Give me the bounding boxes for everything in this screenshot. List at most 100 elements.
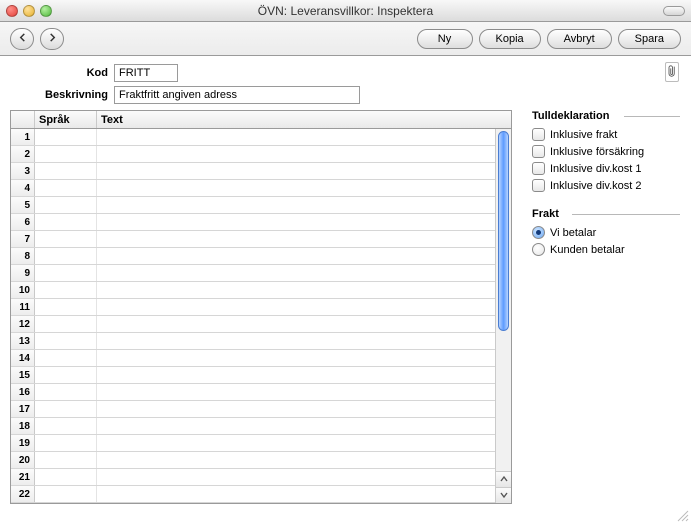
table-row[interactable]: 3 <box>11 163 495 180</box>
checkbox[interactable] <box>532 128 545 141</box>
cell-sprak[interactable] <box>35 452 97 468</box>
cell-sprak[interactable] <box>35 333 97 349</box>
table-row[interactable]: 5 <box>11 197 495 214</box>
radio-row[interactable]: Kunden betalar <box>532 241 680 258</box>
scrollbar-thumb[interactable] <box>498 131 509 331</box>
table-row[interactable]: 12 <box>11 316 495 333</box>
checkbox[interactable] <box>532 179 545 192</box>
cell-text[interactable] <box>97 129 495 145</box>
table-row[interactable]: 4 <box>11 180 495 197</box>
cell-sprak[interactable] <box>35 265 97 281</box>
table-row[interactable]: 8 <box>11 248 495 265</box>
cell-sprak[interactable] <box>35 146 97 162</box>
cell-sprak[interactable] <box>35 197 97 213</box>
ny-button[interactable]: Ny <box>417 29 473 49</box>
cell-text[interactable] <box>97 401 495 417</box>
cell-sprak[interactable] <box>35 367 97 383</box>
cell-text[interactable] <box>97 180 495 196</box>
col-header-text[interactable]: Text <box>97 111 511 128</box>
scroll-up-button[interactable] <box>496 471 511 487</box>
close-window-button[interactable] <box>6 5 18 17</box>
minimize-window-button[interactable] <box>23 5 35 17</box>
cell-text[interactable] <box>97 163 495 179</box>
attachment-button[interactable] <box>665 62 679 82</box>
checkbox-row[interactable]: Inklusive div.kost 1 <box>532 160 680 177</box>
cell-sprak[interactable] <box>35 282 97 298</box>
beskrivning-input[interactable] <box>114 86 360 104</box>
table-row[interactable]: 2 <box>11 146 495 163</box>
vertical-scrollbar[interactable] <box>495 129 511 503</box>
cell-text[interactable] <box>97 469 495 485</box>
cell-sprak[interactable] <box>35 486 97 502</box>
cell-text[interactable] <box>97 248 495 264</box>
zoom-window-button[interactable] <box>40 5 52 17</box>
table-row[interactable]: 18 <box>11 418 495 435</box>
nav-forward-button[interactable] <box>40 28 64 50</box>
cell-text[interactable] <box>97 384 495 400</box>
cell-sprak[interactable] <box>35 248 97 264</box>
cell-text[interactable] <box>97 282 495 298</box>
checkbox-row[interactable]: Inklusive försäkring <box>532 143 680 160</box>
row-number: 5 <box>11 197 35 213</box>
table-row[interactable]: 17 <box>11 401 495 418</box>
cell-sprak[interactable] <box>35 418 97 434</box>
row-number: 9 <box>11 265 35 281</box>
cell-text[interactable] <box>97 367 495 383</box>
cell-text[interactable] <box>97 418 495 434</box>
radio-row[interactable]: Vi betalar <box>532 224 680 241</box>
table-row[interactable]: 14 <box>11 350 495 367</box>
table-row[interactable]: 11 <box>11 299 495 316</box>
checkbox-row[interactable]: Inklusive div.kost 2 <box>532 177 680 194</box>
cell-text[interactable] <box>97 486 495 502</box>
spara-button[interactable]: Spara <box>618 29 681 49</box>
cell-text[interactable] <box>97 197 495 213</box>
cell-sprak[interactable] <box>35 435 97 451</box>
table-row[interactable]: 9 <box>11 265 495 282</box>
kod-input[interactable] <box>114 64 178 82</box>
cell-sprak[interactable] <box>35 180 97 196</box>
checkbox[interactable] <box>532 162 545 175</box>
table-row[interactable]: 22 <box>11 486 495 503</box>
cell-sprak[interactable] <box>35 384 97 400</box>
cell-sprak[interactable] <box>35 469 97 485</box>
toolbar-toggle-button[interactable] <box>663 6 685 16</box>
cell-text[interactable] <box>97 214 495 230</box>
radio[interactable] <box>532 243 545 256</box>
cell-text[interactable] <box>97 350 495 366</box>
cell-sprak[interactable] <box>35 401 97 417</box>
col-header-sprak[interactable]: Språk <box>35 111 97 128</box>
cell-sprak[interactable] <box>35 231 97 247</box>
checkbox-row[interactable]: Inklusive frakt <box>532 126 680 143</box>
cell-sprak[interactable] <box>35 299 97 315</box>
table-row[interactable]: 7 <box>11 231 495 248</box>
cell-text[interactable] <box>97 231 495 247</box>
avbryt-button[interactable]: Avbryt <box>547 29 612 49</box>
checkbox[interactable] <box>532 145 545 158</box>
cell-text[interactable] <box>97 146 495 162</box>
table-row[interactable]: 19 <box>11 435 495 452</box>
nav-back-button[interactable] <box>10 28 34 50</box>
table-row[interactable]: 10 <box>11 282 495 299</box>
cell-sprak[interactable] <box>35 163 97 179</box>
cell-text[interactable] <box>97 316 495 332</box>
radio[interactable] <box>532 226 545 239</box>
cell-sprak[interactable] <box>35 214 97 230</box>
table-row[interactable]: 16 <box>11 384 495 401</box>
scroll-down-button[interactable] <box>496 487 511 503</box>
table-row[interactable]: 21 <box>11 469 495 486</box>
table-row[interactable]: 20 <box>11 452 495 469</box>
table-row[interactable]: 13 <box>11 333 495 350</box>
cell-text[interactable] <box>97 333 495 349</box>
resize-grip[interactable] <box>675 508 689 522</box>
cell-text[interactable] <box>97 452 495 468</box>
cell-text[interactable] <box>97 299 495 315</box>
cell-sprak[interactable] <box>35 316 97 332</box>
cell-sprak[interactable] <box>35 350 97 366</box>
table-row[interactable]: 1 <box>11 129 495 146</box>
kopia-button[interactable]: Kopia <box>479 29 541 49</box>
table-row[interactable]: 15 <box>11 367 495 384</box>
table-row[interactable]: 6 <box>11 214 495 231</box>
cell-sprak[interactable] <box>35 129 97 145</box>
cell-text[interactable] <box>97 435 495 451</box>
cell-text[interactable] <box>97 265 495 281</box>
